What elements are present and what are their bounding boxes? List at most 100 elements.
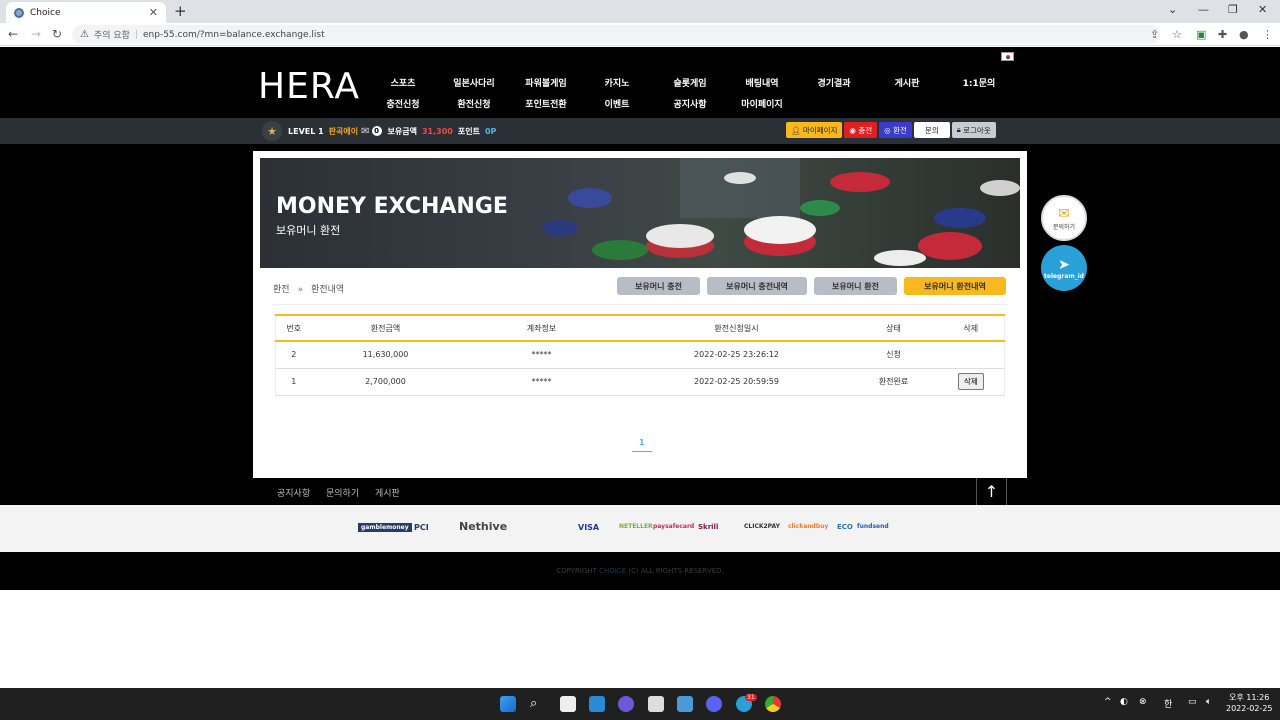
inquiry-float-button[interactable]: ✉ 문의하기 [1041, 195, 1087, 241]
menu-item[interactable]: 충전신청 [386, 97, 419, 110]
tab-search-icon[interactable]: ⌄ [1168, 3, 1177, 16]
separator: | [134, 29, 138, 40]
charge-tab-button[interactable]: 보유머니 충전 [617, 277, 700, 295]
main-content: MONEY EXCHANGE 보유머니 환전 환전 » 환전내역 보유머니 충전 보… [253, 151, 1027, 478]
footer-link-inquiry[interactable]: 문의하기 [326, 486, 359, 499]
calculator-icon[interactable] [648, 696, 664, 712]
menu-item[interactable]: 환전신청 [457, 97, 490, 110]
menu-item[interactable]: 이벤트 [605, 97, 630, 110]
exchange-button[interactable]: ◎ 환전 [879, 122, 912, 138]
banner-subtitle: 보유머니 환전 [276, 224, 341, 237]
puzzle-icon[interactable]: ✚ [1218, 28, 1227, 41]
copyright-brand: CHOICE [599, 567, 627, 575]
back-icon[interactable]: ← [8, 27, 18, 41]
column-header: 환전금액 [311, 315, 460, 342]
chrome-icon[interactable] [765, 696, 781, 712]
charge-history-tab-button[interactable]: 보유머니 충전내역 [707, 277, 807, 295]
clock-date[interactable]: 2022-02-25 [1226, 704, 1273, 713]
korea-flag-icon[interactable] [1001, 52, 1014, 61]
exchange-tab-button[interactable]: 보유머니 환전 [814, 277, 897, 295]
menu-item[interactable]: 1:1문의 [963, 76, 996, 89]
telegram-float-label: telegram_id [1044, 272, 1084, 280]
security-label[interactable]: 주의 요함 [94, 28, 130, 41]
copyright-suffix: (C) ALL RIGHTS RESERVED. [628, 567, 724, 575]
search-icon[interactable]: ⌕ [530, 696, 537, 711]
site-logo[interactable]: HERA [258, 66, 360, 107]
browser-tab[interactable]: Choice ✕ [6, 2, 166, 23]
menu-item[interactable]: 파워볼게임 [525, 76, 566, 89]
footer-link-notice[interactable]: 공지사항 [277, 486, 310, 499]
point-value: 0P [484, 126, 497, 136]
delete-button[interactable]: 삭제 [957, 373, 984, 390]
close-window-icon[interactable]: ✕ [1258, 3, 1267, 16]
menu-item[interactable]: 슬롯게임 [673, 76, 706, 89]
teams-chat-icon[interactable] [618, 696, 634, 712]
charge-button[interactable]: ◉ 충전 [844, 122, 878, 138]
row-account: ***** [459, 341, 624, 369]
menu-item[interactable]: 마이페이지 [741, 97, 782, 110]
new-tab-button[interactable]: + [174, 2, 187, 20]
payment-logo: NETELLER [619, 523, 653, 530]
level-badge-icon: ★ [262, 121, 282, 141]
payment-logo: Skrill [698, 523, 719, 531]
tray-app-icon[interactable]: ◐ [1120, 697, 1128, 707]
telegram-icon: ➤ [1058, 256, 1070, 273]
mail-icon: ✉ [1058, 205, 1070, 222]
url-text[interactable]: enp-55.com/?mn=balance.exchange.list [143, 30, 325, 40]
minimize-icon[interactable]: — [1198, 3, 1209, 16]
tray-close-icon[interactable]: ⊗ [1139, 697, 1147, 707]
clock-time[interactable]: 오후 11:26 [1229, 692, 1269, 703]
warning-icon[interactable]: ⚠ [80, 29, 89, 40]
payment-logo: CLICK2PAY [744, 523, 780, 530]
profile-icon[interactable]: ● [1239, 28, 1249, 41]
forward-icon[interactable]: → [31, 27, 41, 41]
mypage-label: 마이페이지 [802, 125, 838, 135]
menu-item[interactable]: 카지노 [605, 76, 630, 89]
inquiry-label: 문의 [924, 125, 939, 135]
maximize-icon[interactable]: ❐ [1228, 3, 1238, 16]
menu-item[interactable]: 공지사항 [673, 97, 706, 110]
row-delete-cell [937, 341, 1005, 369]
page-banner: MONEY EXCHANGE 보유머니 환전 [260, 158, 1020, 268]
breadcrumb-root[interactable]: 환전 [273, 285, 290, 295]
share-icon[interactable]: ⇪ [1150, 28, 1159, 41]
row-date: 2022-02-25 20:59:59 [623, 368, 850, 396]
copyright-prefix: COPYRIGHT [556, 567, 597, 575]
tray-chevron-icon[interactable]: ^ [1104, 697, 1112, 707]
exchange-history-tab-button[interactable]: 보유머니 환전내역 [904, 277, 1006, 295]
scroll-top-button[interactable]: ↑ [976, 478, 1007, 505]
widgets-icon[interactable] [589, 696, 605, 712]
menu-item[interactable]: 배팅내역 [745, 76, 778, 89]
start-icon[interactable] [500, 696, 516, 712]
logout-button[interactable]: 🔒︎ 로그아웃 [951, 122, 996, 138]
row-number: 1 [275, 368, 312, 396]
column-header: 환전신청일시 [623, 315, 850, 342]
tab-close-icon[interactable]: ✕ [149, 6, 158, 19]
task-view-icon[interactable] [560, 696, 576, 712]
menu-item[interactable]: 일본사다리 [453, 76, 494, 89]
reload-icon[interactable]: ↻ [52, 27, 62, 41]
payment-logo: VISA [578, 523, 600, 532]
lock-icon: 🔒︎ [956, 125, 961, 134]
mypage-button[interactable]: 👤︎ 마이페이지 [786, 122, 843, 138]
extension-icon[interactable]: ▣ [1196, 28, 1206, 41]
inquiry-button[interactable]: 문의 [913, 122, 950, 138]
bookmark-star-icon[interactable]: ☆ [1172, 28, 1182, 41]
discord-icon[interactable] [706, 696, 722, 712]
menu-item[interactable]: 게시판 [895, 76, 920, 89]
ime-indicator[interactable]: 한 [1164, 697, 1172, 710]
network-icon[interactable]: ▭ [1188, 697, 1197, 707]
menu-item[interactable]: 스포츠 [391, 76, 416, 89]
page-number-current[interactable]: 1 [632, 438, 652, 452]
breadcrumb-arrow: » [297, 285, 304, 295]
notepad-icon[interactable] [677, 696, 693, 712]
url-field[interactable]: ⚠ 주의 요함 | enp-55.com/?mn=balance.exchang… [72, 25, 1160, 44]
volume-icon[interactable]: 🔈︎ [1206, 697, 1211, 707]
user-level: LEVEL 1 [288, 126, 324, 136]
menu-item[interactable]: 경기결과 [817, 76, 850, 89]
message-button[interactable]: ✉ 0 [361, 126, 382, 137]
menu-kebab-icon[interactable]: ⋮ [1262, 28, 1273, 41]
menu-item[interactable]: 포인트전환 [525, 97, 566, 110]
footer-link-board[interactable]: 게시판 [375, 486, 400, 499]
telegram-float-button[interactable]: ➤ telegram_id [1041, 245, 1087, 291]
